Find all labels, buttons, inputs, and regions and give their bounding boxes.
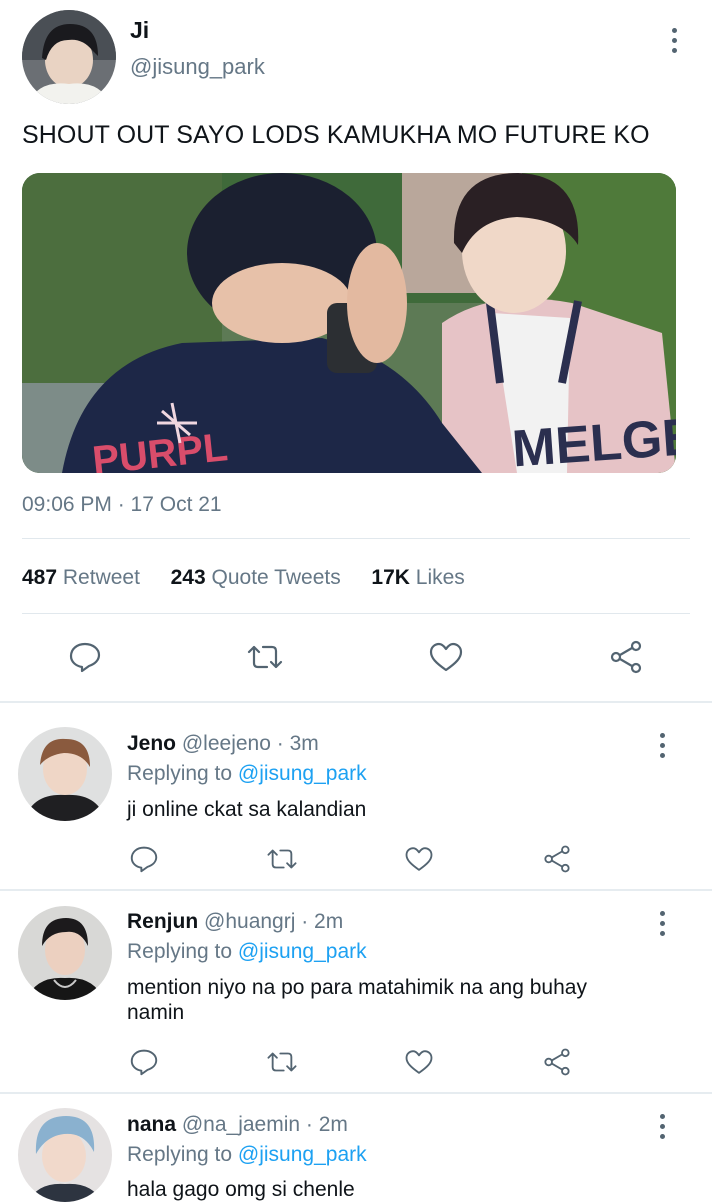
reply-name[interactable]: Jeno (127, 732, 176, 755)
replying-to: Replying to @jisung_park (127, 762, 367, 786)
reply-name[interactable]: nana (127, 1113, 176, 1136)
more-vertical-icon[interactable] (660, 20, 688, 60)
reply-handle[interactable]: @na_jaemin (182, 1113, 300, 1136)
share-icon[interactable] (537, 841, 577, 877)
likes-count: 17K (371, 566, 410, 589)
divider (22, 613, 690, 614)
replying-to: Replying to @jisung_park (127, 940, 367, 964)
author-avatar[interactable] (22, 10, 116, 104)
reply-header: nana @na_jaemin · 2m (127, 1113, 348, 1137)
divider (22, 538, 690, 539)
reply-time[interactable]: · 2m (306, 1113, 348, 1136)
section-divider (0, 1092, 712, 1094)
reply-time[interactable]: · 3m (277, 732, 319, 755)
retweet-icon[interactable] (242, 637, 288, 677)
reply-header: Renjun @huangrj · 2m (127, 910, 343, 934)
tweet-media-image[interactable]: MELGE PURPL (22, 173, 676, 473)
tweet-timestamp[interactable]: 09:06 PM · 17 Oct 21 (22, 493, 222, 517)
reply-avatar[interactable] (18, 1108, 112, 1202)
like-icon[interactable] (423, 637, 469, 677)
replying-to-handle[interactable]: @jisung_park (238, 940, 367, 963)
more-vertical-icon[interactable] (648, 903, 676, 943)
section-divider (0, 889, 712, 891)
reply-avatar[interactable] (18, 906, 112, 1000)
reply-text: mention niyo na po para matahimik na ang… (127, 976, 587, 1024)
author-handle[interactable]: @jisung_park (130, 54, 265, 80)
reply-icon[interactable] (124, 841, 164, 877)
retweet-icon[interactable] (262, 841, 302, 877)
like-icon[interactable] (399, 841, 439, 877)
likes-stat[interactable]: 17K Likes (371, 566, 464, 589)
tweet-stats: 487 Retweet 243 Quote Tweets 17K Likes (22, 566, 465, 590)
section-divider (0, 701, 712, 703)
reply-icon[interactable] (62, 637, 108, 677)
more-vertical-icon[interactable] (648, 725, 676, 765)
reply-handle[interactable]: @huangrj (204, 910, 295, 933)
replying-to-handle[interactable]: @jisung_park (238, 762, 367, 785)
reply-icon[interactable] (124, 1044, 164, 1080)
likes-label: Likes (415, 566, 465, 589)
tweet-text: SHOUT OUT SAYO LODS KAMUKHA MO FUTURE KO (22, 121, 650, 149)
quote-count: 243 (170, 566, 206, 589)
share-icon[interactable] (537, 1044, 577, 1080)
retweet-icon[interactable] (262, 1044, 302, 1080)
replying-to-handle[interactable]: @jisung_park (238, 1143, 367, 1166)
retweet-count: 487 (22, 566, 58, 589)
replying-to-label: Replying to (127, 1143, 233, 1166)
like-icon[interactable] (399, 1044, 439, 1080)
retweet-stat[interactable]: 487 Retweet (22, 566, 140, 589)
quote-label: Quote Tweets (211, 566, 341, 589)
reply-handle[interactable]: @leejeno (182, 732, 271, 755)
replying-to-label: Replying to (127, 940, 233, 963)
more-vertical-icon[interactable] (648, 1106, 676, 1146)
quote-stat[interactable]: 243 Quote Tweets (171, 566, 341, 589)
reply-name[interactable]: Renjun (127, 910, 198, 933)
reply-avatar[interactable] (18, 727, 112, 821)
share-icon[interactable] (603, 637, 649, 677)
reply-time[interactable]: · 2m (301, 910, 343, 933)
retweet-label: Retweet (62, 566, 140, 589)
replying-to-label: Replying to (127, 762, 233, 785)
reply-header: Jeno @leejeno · 3m (127, 732, 319, 756)
replying-to: Replying to @jisung_park (127, 1143, 367, 1167)
author-name[interactable]: Ji (130, 17, 149, 44)
reply-text: hala gago omg si chenle (127, 1178, 355, 1201)
reply-text: ji online ckat sa kalandian (127, 798, 367, 821)
